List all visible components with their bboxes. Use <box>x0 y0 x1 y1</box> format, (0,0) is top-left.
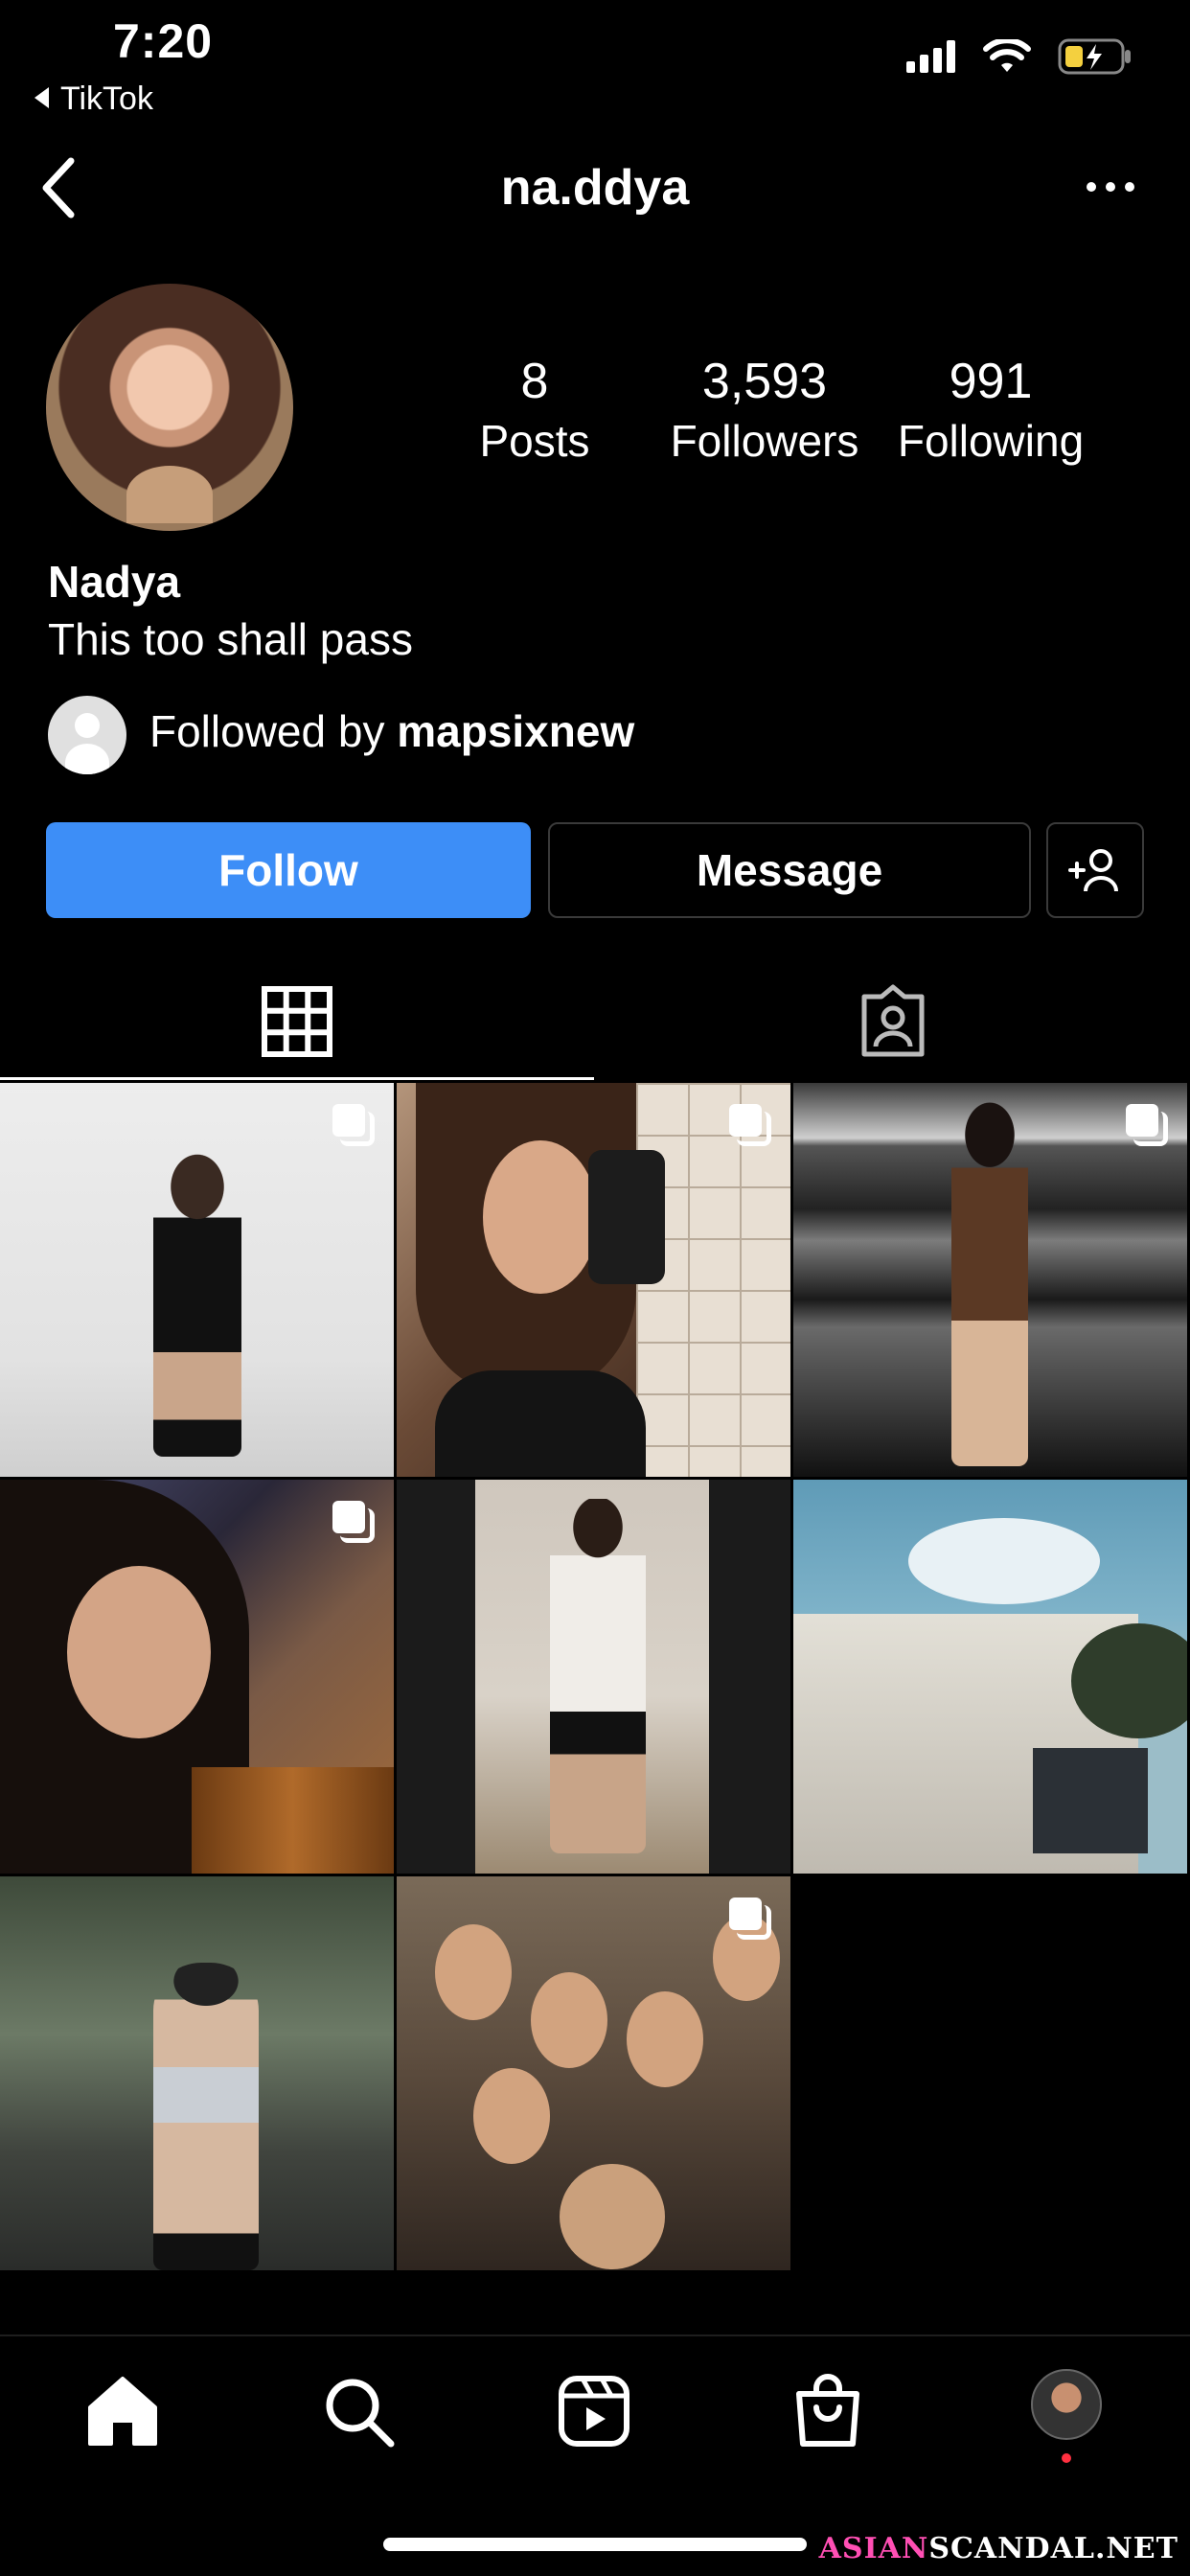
back-app-label: TikTok <box>60 80 153 117</box>
post-thumbnail[interactable] <box>397 1083 790 1477</box>
watermark: ASIANSCANDAL.NET <box>819 2532 1179 2565</box>
notification-dot <box>1062 2453 1071 2463</box>
profile-tab-avatar[interactable] <box>1031 2369 1102 2440</box>
stat-followers-label: Followers <box>670 416 859 466</box>
stat-followers[interactable]: 3,593 Followers <box>661 351 868 470</box>
add-person-icon <box>1068 849 1118 892</box>
grid-tab-icon[interactable] <box>259 983 335 1060</box>
tagged-tab-icon[interactable] <box>855 983 931 1060</box>
reels-icon[interactable] <box>556 2373 632 2450</box>
suggested-users-button[interactable] <box>1046 822 1144 918</box>
shop-icon[interactable] <box>790 2373 866 2450</box>
post-thumbnail[interactable] <box>0 1876 394 2270</box>
followed-by-user: mapsixnew <box>397 706 635 756</box>
multiple-photos-icon <box>729 1104 771 1146</box>
multiple-photos-icon <box>332 1104 375 1146</box>
post-thumbnail[interactable] <box>793 1480 1187 1874</box>
post-thumbnail[interactable] <box>0 1083 394 1477</box>
followed-by-text[interactable]: Followed by mapsixnew <box>149 705 634 757</box>
watermark-part2: SCANDAL.NET <box>928 2532 1179 2565</box>
back-to-app-link[interactable]: TikTok <box>34 80 153 118</box>
stat-following-label: Following <box>897 416 1085 466</box>
stat-following-value: 991 <box>949 354 1033 409</box>
status-time: 7:20 <box>113 14 214 68</box>
profile-name: Nadya <box>48 557 181 607</box>
search-icon[interactable] <box>320 2373 397 2450</box>
active-tab-indicator <box>0 1077 594 1080</box>
post-thumbnail[interactable] <box>793 1083 1187 1477</box>
stat-following[interactable]: 991 Following <box>887 351 1094 470</box>
profile-bio: This too shall pass <box>48 614 413 664</box>
signal-icon <box>906 40 955 73</box>
stat-posts-label: Posts <box>479 416 590 466</box>
post-thumbnail[interactable] <box>0 1480 394 1874</box>
battery-icon <box>1058 38 1131 75</box>
multiple-photos-icon <box>729 1898 771 1940</box>
back-triangle-icon <box>34 87 49 109</box>
more-options-icon[interactable] <box>1087 182 1134 192</box>
status-icons <box>906 38 1133 75</box>
multiple-photos-icon <box>332 1501 375 1543</box>
post-thumbnail[interactable] <box>397 1480 790 1874</box>
tab-bar-divider <box>0 2334 1190 2336</box>
profile-avatar[interactable] <box>46 284 293 531</box>
wifi-icon <box>983 39 1031 72</box>
watermark-part1: ASIAN <box>818 2532 929 2565</box>
stat-followers-value: 3,593 <box>701 354 828 409</box>
followed-by-avatar[interactable] <box>48 696 126 774</box>
home-indicator[interactable] <box>383 2538 807 2551</box>
profile-username: na.ddya <box>500 160 690 216</box>
multiple-photos-icon <box>1126 1104 1168 1146</box>
home-icon[interactable] <box>84 2373 161 2450</box>
post-thumbnail[interactable] <box>397 1876 790 2270</box>
message-button[interactable]: Message <box>548 822 1031 918</box>
followed-by-prefix: Followed by <box>149 706 385 756</box>
follow-button[interactable]: Follow <box>46 822 531 918</box>
stat-posts[interactable]: 8 Posts <box>450 351 619 470</box>
stat-posts-value: 8 <box>520 354 549 409</box>
